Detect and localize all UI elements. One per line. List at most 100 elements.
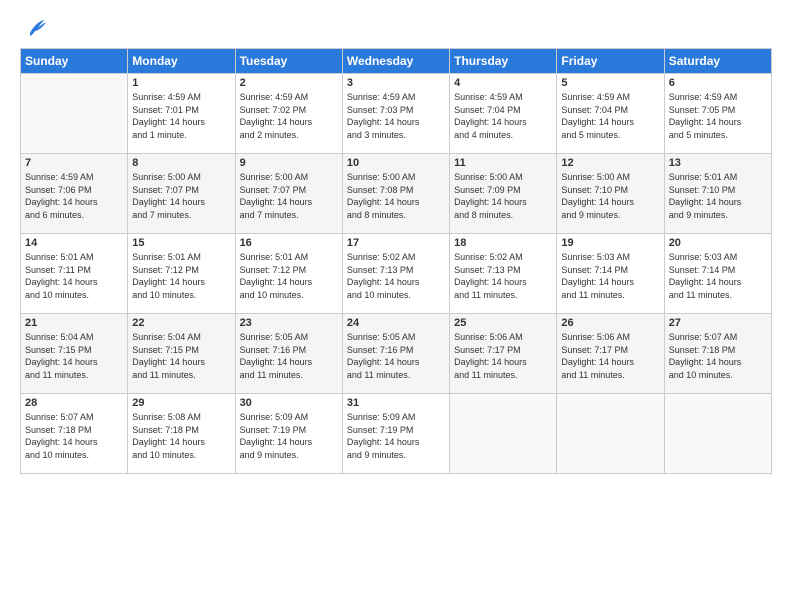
day-info: Sunrise: 5:06 AM Sunset: 7:17 PM Dayligh… xyxy=(561,331,659,381)
day-number: 17 xyxy=(347,237,445,249)
day-number: 25 xyxy=(454,317,552,329)
day-number: 5 xyxy=(561,77,659,89)
header-cell-tuesday: Tuesday xyxy=(235,49,342,74)
day-info: Sunrise: 5:08 AM Sunset: 7:18 PM Dayligh… xyxy=(132,411,230,461)
day-cell xyxy=(21,74,128,154)
week-row-2: 7Sunrise: 4:59 AM Sunset: 7:06 PM Daylig… xyxy=(21,154,772,234)
day-cell xyxy=(664,394,771,474)
day-number: 28 xyxy=(25,397,123,409)
header-cell-monday: Monday xyxy=(128,49,235,74)
day-cell: 9 Sunrise: 5:00 AM Sunset: 7:07 PM Daylig… xyxy=(235,154,342,234)
day-info: Sunrise: 5:04 AM Sunset: 7:15 PM Dayligh… xyxy=(132,331,230,381)
day-info: Sunrise: 4:59 AM Sunset: 7:03 PM Dayligh… xyxy=(347,91,445,141)
day-info: Sunrise: 4:59 AM Sunset: 7:04 PM Dayligh… xyxy=(561,91,659,141)
logo xyxy=(20,16,46,40)
day-cell: 29 Sunrise: 5:08 AM Sunset: 7:18 PM Dayli… xyxy=(128,394,235,474)
day-cell: 6Sunrise: 4:59 AM Sunset: 7:05 PM Daylig… xyxy=(664,74,771,154)
day-number: 14 xyxy=(25,237,123,249)
day-info: Sunrise: 5:01 AM Sunset: 7:12 PM Dayligh… xyxy=(132,251,230,301)
day-cell: 17 Sunrise: 5:02 AM Sunset: 7:13 PM Dayli… xyxy=(342,234,449,314)
day-cell: 12 Sunrise: 5:00 AM Sunset: 7:10 PM Dayli… xyxy=(557,154,664,234)
day-number: 15 xyxy=(132,237,230,249)
header-cell-sunday: Sunday xyxy=(21,49,128,74)
day-number: 21 xyxy=(25,317,123,329)
day-cell: 5 Sunrise: 4:59 AM Sunset: 7:04 PM Daylig… xyxy=(557,74,664,154)
day-cell: 30 Sunrise: 5:09 AM Sunset: 7:19 PM Dayli… xyxy=(235,394,342,474)
day-number: 10 xyxy=(347,157,445,169)
day-cell: 15 Sunrise: 5:01 AM Sunset: 7:12 PM Dayli… xyxy=(128,234,235,314)
day-info: Sunrise: 5:07 AM Sunset: 7:18 PM Dayligh… xyxy=(669,331,767,381)
day-cell: 31 Sunrise: 5:09 AM Sunset: 7:19 PM Dayli… xyxy=(342,394,449,474)
day-cell xyxy=(450,394,557,474)
day-info: Sunrise: 5:00 AM Sunset: 7:10 PM Dayligh… xyxy=(561,171,659,221)
day-cell: 25 Sunrise: 5:06 AM Sunset: 7:17 PM Dayli… xyxy=(450,314,557,394)
header xyxy=(20,16,772,40)
day-number: 26 xyxy=(561,317,659,329)
day-number: 12 xyxy=(561,157,659,169)
day-number: 2 xyxy=(240,77,338,89)
day-cell: 27 Sunrise: 5:07 AM Sunset: 7:18 PM Dayli… xyxy=(664,314,771,394)
day-number: 4 xyxy=(454,77,552,89)
day-cell xyxy=(557,394,664,474)
day-info: Sunrise: 5:07 AM Sunset: 7:18 PM Dayligh… xyxy=(25,411,123,461)
day-info: Sunrise: 5:04 AM Sunset: 7:15 PM Dayligh… xyxy=(25,331,123,381)
day-cell: 10 Sunrise: 5:00 AM Sunset: 7:08 PM Dayli… xyxy=(342,154,449,234)
header-cell-friday: Friday xyxy=(557,49,664,74)
day-cell: 1 Sunrise: 4:59 AM Sunset: 7:01 PM Daylig… xyxy=(128,74,235,154)
day-cell: 13Sunrise: 5:01 AM Sunset: 7:10 PM Dayli… xyxy=(664,154,771,234)
day-cell: 4 Sunrise: 4:59 AM Sunset: 7:04 PM Daylig… xyxy=(450,74,557,154)
day-number: 16 xyxy=(240,237,338,249)
day-info: Sunrise: 5:01 AM Sunset: 7:11 PM Dayligh… xyxy=(25,251,123,301)
week-row-1: 1 Sunrise: 4:59 AM Sunset: 7:01 PM Daylig… xyxy=(21,74,772,154)
day-info: Sunrise: 5:03 AM Sunset: 7:14 PM Dayligh… xyxy=(561,251,659,301)
day-number: 29 xyxy=(132,397,230,409)
day-number: 3 xyxy=(347,77,445,89)
day-cell: 8Sunrise: 5:00 AM Sunset: 7:07 PM Daylig… xyxy=(128,154,235,234)
day-cell: 24Sunrise: 5:05 AM Sunset: 7:16 PM Dayli… xyxy=(342,314,449,394)
day-cell: 14 Sunrise: 5:01 AM Sunset: 7:11 PM Dayli… xyxy=(21,234,128,314)
day-number: 9 xyxy=(240,157,338,169)
day-number: 31 xyxy=(347,397,445,409)
day-number: 23 xyxy=(240,317,338,329)
day-info: Sunrise: 4:59 AM Sunset: 7:01 PM Dayligh… xyxy=(132,91,230,141)
day-cell: 26 Sunrise: 5:06 AM Sunset: 7:17 PM Dayli… xyxy=(557,314,664,394)
day-cell: 11Sunrise: 5:00 AM Sunset: 7:09 PM Dayli… xyxy=(450,154,557,234)
logo-bird-icon xyxy=(22,16,46,40)
day-number: 11 xyxy=(454,157,552,169)
day-info: Sunrise: 5:01 AM Sunset: 7:10 PM Dayligh… xyxy=(669,171,767,221)
day-info: Sunrise: 5:02 AM Sunset: 7:13 PM Dayligh… xyxy=(347,251,445,301)
week-row-4: 21 Sunrise: 5:04 AM Sunset: 7:15 PM Dayli… xyxy=(21,314,772,394)
day-info: Sunrise: 4:59 AM Sunset: 7:04 PM Dayligh… xyxy=(454,91,552,141)
page: SundayMondayTuesdayWednesdayThursdayFrid… xyxy=(0,0,792,612)
day-cell: 22 Sunrise: 5:04 AM Sunset: 7:15 PM Dayli… xyxy=(128,314,235,394)
day-number: 6 xyxy=(669,77,767,89)
day-number: 27 xyxy=(669,317,767,329)
header-row: SundayMondayTuesdayWednesdayThursdayFrid… xyxy=(21,49,772,74)
day-info: Sunrise: 5:00 AM Sunset: 7:07 PM Dayligh… xyxy=(132,171,230,221)
header-cell-saturday: Saturday xyxy=(664,49,771,74)
day-number: 30 xyxy=(240,397,338,409)
day-cell: 23 Sunrise: 5:05 AM Sunset: 7:16 PM Dayli… xyxy=(235,314,342,394)
day-number: 7 xyxy=(25,157,123,169)
day-number: 1 xyxy=(132,77,230,89)
day-info: Sunrise: 5:00 AM Sunset: 7:07 PM Dayligh… xyxy=(240,171,338,221)
day-info: Sunrise: 5:06 AM Sunset: 7:17 PM Dayligh… xyxy=(454,331,552,381)
day-cell: 7Sunrise: 4:59 AM Sunset: 7:06 PM Daylig… xyxy=(21,154,128,234)
day-cell: 2 Sunrise: 4:59 AM Sunset: 7:02 PM Daylig… xyxy=(235,74,342,154)
day-info: Sunrise: 5:02 AM Sunset: 7:13 PM Dayligh… xyxy=(454,251,552,301)
week-row-3: 14 Sunrise: 5:01 AM Sunset: 7:11 PM Dayli… xyxy=(21,234,772,314)
day-info: Sunrise: 5:01 AM Sunset: 7:12 PM Dayligh… xyxy=(240,251,338,301)
header-cell-wednesday: Wednesday xyxy=(342,49,449,74)
day-info: Sunrise: 5:09 AM Sunset: 7:19 PM Dayligh… xyxy=(347,411,445,461)
day-info: Sunrise: 5:09 AM Sunset: 7:19 PM Dayligh… xyxy=(240,411,338,461)
day-cell: 28 Sunrise: 5:07 AM Sunset: 7:18 PM Dayli… xyxy=(21,394,128,474)
day-info: Sunrise: 5:00 AM Sunset: 7:08 PM Dayligh… xyxy=(347,171,445,221)
day-number: 24 xyxy=(347,317,445,329)
day-cell: 19Sunrise: 5:03 AM Sunset: 7:14 PM Dayli… xyxy=(557,234,664,314)
day-number: 18 xyxy=(454,237,552,249)
day-cell: 16 Sunrise: 5:01 AM Sunset: 7:12 PM Dayli… xyxy=(235,234,342,314)
day-number: 22 xyxy=(132,317,230,329)
day-cell: 18 Sunrise: 5:02 AM Sunset: 7:13 PM Dayli… xyxy=(450,234,557,314)
day-info: Sunrise: 5:05 AM Sunset: 7:16 PM Dayligh… xyxy=(240,331,338,381)
day-info: Sunrise: 4:59 AM Sunset: 7:02 PM Dayligh… xyxy=(240,91,338,141)
